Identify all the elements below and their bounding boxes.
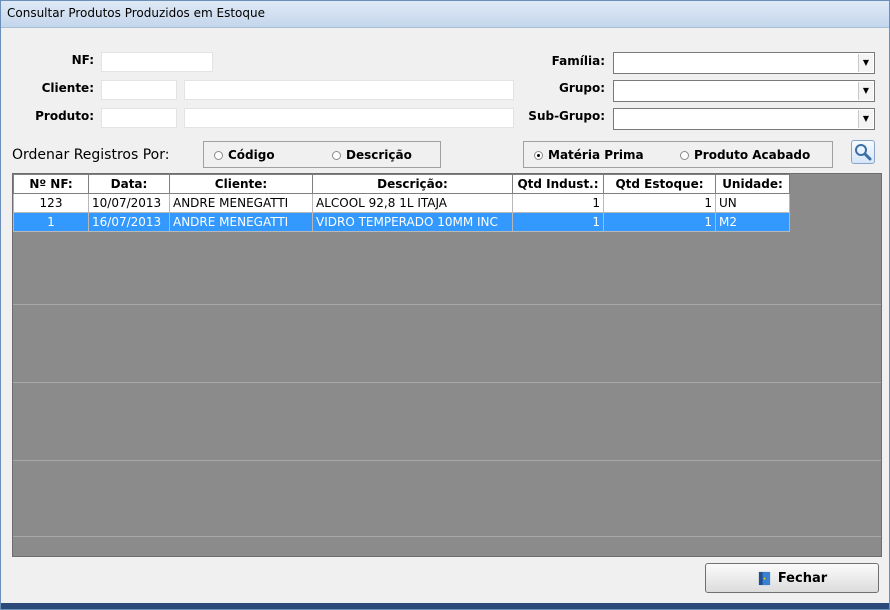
radio-icon	[680, 150, 689, 160]
cell-descricao: ALCOOL 92,8 1L ITAJA	[312, 193, 513, 213]
cell-unidade: M2	[715, 212, 790, 232]
grupo-label: Grupo:	[559, 81, 605, 95]
familia-select[interactable]: ▼	[613, 52, 875, 74]
grid-divider	[13, 460, 881, 461]
cell-unidade: UN	[715, 193, 790, 213]
radio-icon	[332, 150, 341, 160]
nf-input[interactable]	[101, 52, 213, 72]
table-header-row: Nº NF: Data: Cliente: Descrição: Qtd Ind…	[13, 174, 790, 194]
close-button[interactable]: Fechar	[705, 563, 879, 593]
order-group: Código Descrição	[203, 141, 441, 168]
exit-door-icon	[758, 571, 770, 585]
window-title: Consultar Produtos Produzidos em Estoque	[7, 6, 265, 20]
produto-acabado-radio[interactable]: Produto Acabado	[680, 148, 810, 162]
subgrupo-select[interactable]: ▼	[613, 108, 875, 130]
close-button-label: Fechar	[777, 570, 828, 586]
grid-divider	[13, 536, 881, 537]
order-descricao-label: Descrição	[346, 148, 412, 162]
main-window: Consultar Produtos Produzidos em Estoque…	[0, 0, 890, 610]
col-header-nf[interactable]: Nº NF:	[13, 174, 89, 194]
materia-prima-radio[interactable]: Matéria Prima	[534, 148, 644, 162]
col-header-qtd-estoque[interactable]: Qtd Estoque:	[603, 174, 716, 194]
order-descricao-radio[interactable]: Descrição	[332, 148, 412, 162]
produto-name-input[interactable]	[184, 108, 514, 128]
window-bottom-border	[1, 603, 889, 609]
search-button[interactable]	[851, 140, 875, 164]
nf-label: NF:	[71, 53, 94, 67]
cell-data: 16/07/2013	[88, 212, 170, 232]
grupo-select[interactable]: ▼	[613, 80, 875, 102]
produto-label: Produto:	[35, 109, 94, 123]
chevron-down-icon[interactable]: ▼	[858, 110, 873, 128]
subgrupo-label: Sub-Grupo:	[528, 109, 605, 123]
cell-descricao: VIDRO TEMPERADO 10MM INC	[312, 212, 513, 232]
type-group: Matéria Prima Produto Acabado	[523, 141, 833, 168]
cell-cliente: ANDRE MENEGATTI	[169, 193, 313, 213]
cell-qtd-estoque: 1	[603, 212, 716, 232]
familia-label: Família:	[551, 54, 605, 68]
table-row-selected[interactable]: 1 16/07/2013 ANDRE MENEGATTI VIDRO TEMPE…	[13, 212, 790, 232]
results-table: Nº NF: Data: Cliente: Descrição: Qtd Ind…	[13, 174, 790, 232]
title-bar: Consultar Produtos Produzidos em Estoque	[1, 1, 889, 28]
produto-code-input[interactable]	[101, 108, 177, 128]
results-grid[interactable]: Nº NF: Data: Cliente: Descrição: Qtd Ind…	[12, 173, 882, 557]
order-label: Ordenar Registros Por:	[12, 147, 170, 163]
produto-acabado-label: Produto Acabado	[694, 148, 811, 162]
col-header-cliente[interactable]: Cliente:	[169, 174, 313, 194]
cliente-label: Cliente:	[41, 81, 94, 95]
cell-nf: 1	[13, 212, 89, 232]
cell-qtd-indust: 1	[512, 193, 604, 213]
cell-data: 10/07/2013	[88, 193, 170, 213]
search-icon	[855, 144, 872, 161]
radio-selected-icon	[534, 150, 543, 160]
order-codigo-label: Código	[228, 148, 275, 162]
chevron-down-icon[interactable]: ▼	[858, 82, 873, 100]
cell-nf: 123	[13, 193, 89, 213]
cell-qtd-indust: 1	[512, 212, 604, 232]
cliente-name-input[interactable]	[184, 80, 514, 100]
radio-icon	[214, 150, 223, 160]
cell-qtd-estoque: 1	[603, 193, 716, 213]
col-header-qtd-indust[interactable]: Qtd Indust.:	[512, 174, 604, 194]
grid-divider	[13, 382, 881, 383]
materia-prima-label: Matéria Prima	[548, 148, 644, 162]
order-codigo-radio[interactable]: Código	[214, 148, 275, 162]
col-header-unidade[interactable]: Unidade:	[715, 174, 790, 194]
col-header-descricao[interactable]: Descrição:	[312, 174, 513, 194]
cliente-code-input[interactable]	[101, 80, 177, 100]
chevron-down-icon[interactable]: ▼	[858, 54, 873, 72]
cell-cliente: ANDRE MENEGATTI	[169, 212, 313, 232]
col-header-data[interactable]: Data:	[88, 174, 170, 194]
grid-divider	[13, 304, 881, 305]
table-row[interactable]: 123 10/07/2013 ANDRE MENEGATTI ALCOOL 92…	[13, 193, 790, 213]
